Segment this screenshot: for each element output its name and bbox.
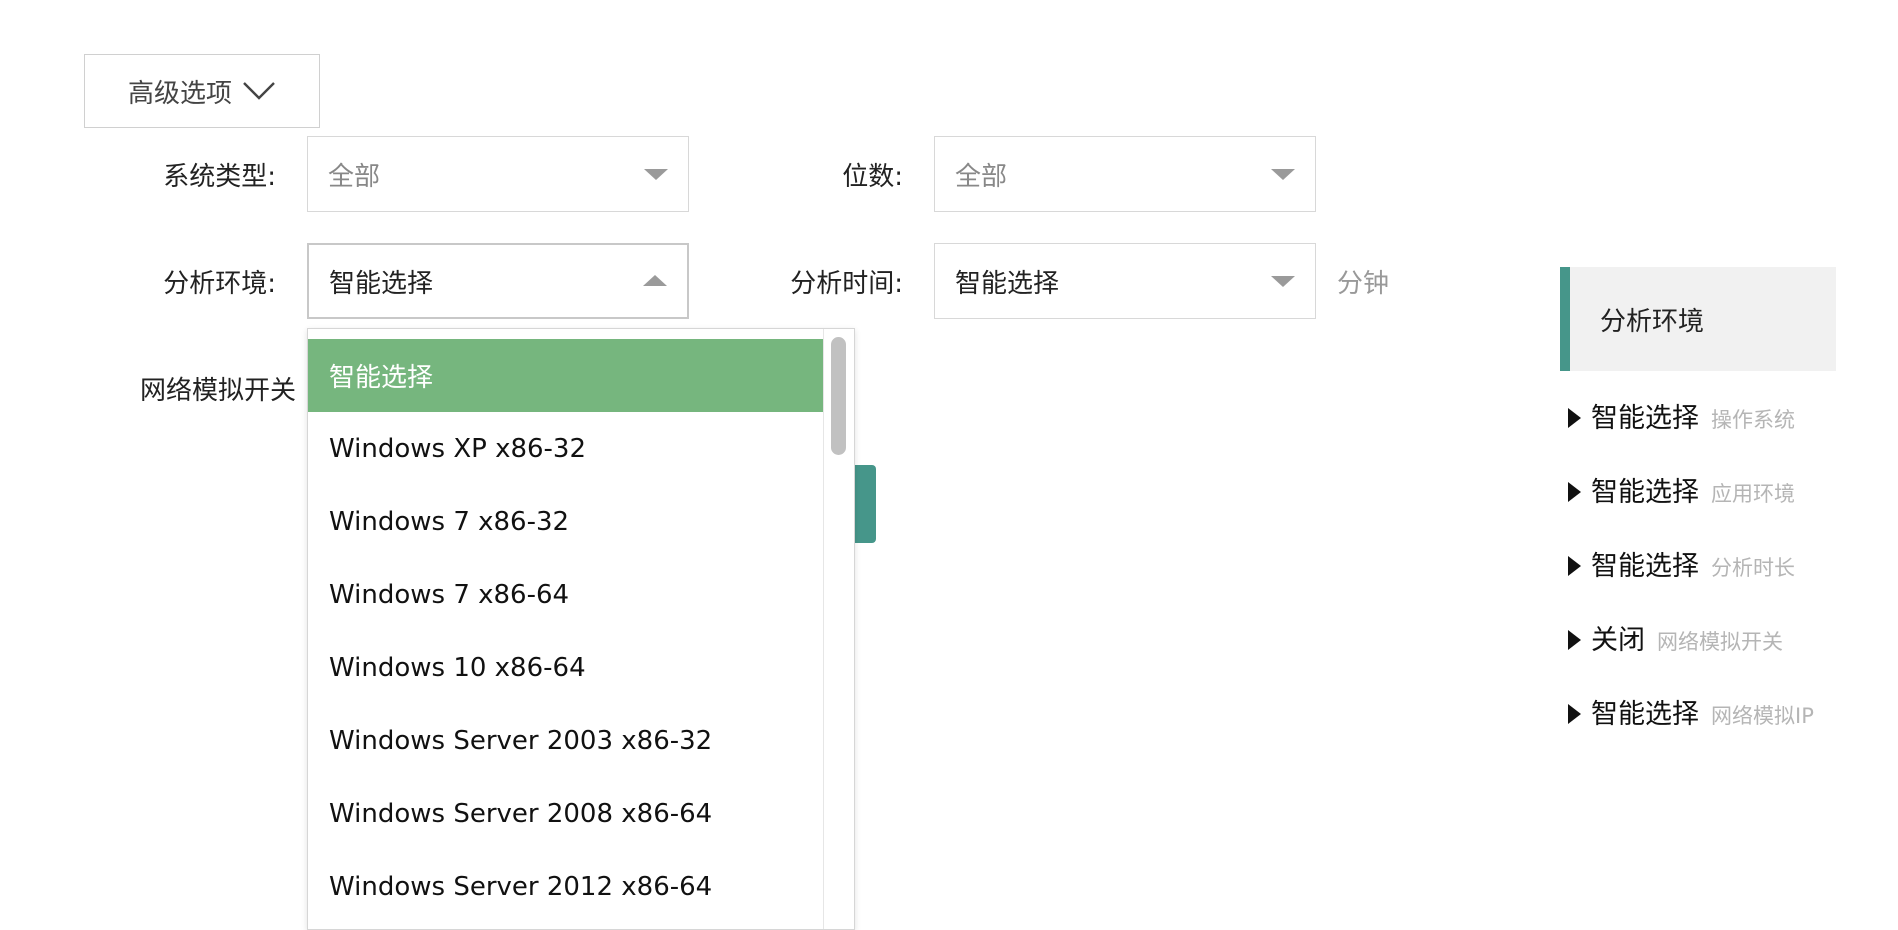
dropdown-scrollbar[interactable] (823, 329, 854, 929)
analysis-time-select[interactable]: 智能选择 (934, 243, 1316, 319)
summary-item-caption: 网络模拟IP (1711, 704, 1814, 728)
caret-down-icon (1271, 169, 1295, 180)
summary-item[interactable]: 关闭 网络模拟开关 (1568, 618, 1783, 657)
summary-item-value: 关闭 (1591, 625, 1645, 656)
summary-item-value: 智能选择 (1591, 551, 1699, 582)
dropdown-option[interactable]: Windows Server 2008 x86-64 (308, 777, 826, 850)
dropdown-option[interactable]: Windows 7 x86-32 (308, 485, 826, 558)
chevron-down-icon (242, 80, 276, 102)
summary-item-value: 智能选择 (1591, 699, 1699, 730)
bits-value: 全部 (955, 161, 1008, 192)
system-type-value: 全部 (328, 161, 381, 192)
summary-item[interactable]: 智能选择 操作系统 (1568, 396, 1795, 435)
summary-item[interactable]: 智能选择 分析时长 (1568, 544, 1795, 583)
summary-item-caption: 操作系统 (1711, 408, 1795, 432)
summary-item-value: 智能选择 (1591, 403, 1699, 434)
advanced-options-label: 高级选项 (127, 78, 232, 109)
dropdown-option[interactable]: Windows Server 2012 x86-64 (308, 850, 826, 923)
summary-item-caption: 分析时长 (1711, 556, 1795, 580)
caret-right-icon (1568, 482, 1581, 502)
dropdown-options: 智能选择 Windows XP x86-32 Windows 7 x86-32 Win… (308, 339, 826, 923)
summary-item-caption: 网络模拟开关 (1657, 630, 1783, 654)
bits-select[interactable]: 全部 (934, 136, 1316, 212)
scrollbar-thumb[interactable] (831, 337, 846, 455)
dropdown-option[interactable]: Windows XP x86-32 (308, 412, 826, 485)
system-type-select[interactable]: 全部 (307, 136, 689, 212)
dropdown-option[interactable]: Windows 7 x86-64 (308, 558, 826, 631)
analysis-env-value: 智能选择 (329, 268, 434, 299)
minutes-unit: 分钟 (1337, 269, 1390, 299)
caret-right-icon (1568, 704, 1581, 724)
caret-right-icon (1568, 556, 1581, 576)
analysis-time-value: 智能选择 (955, 268, 1060, 299)
analysis-env-label: 分析环境: (163, 269, 276, 299)
system-type-label: 系统类型: (163, 162, 276, 192)
dropdown-option[interactable]: Windows Server 2003 x86-32 (308, 704, 826, 777)
summary-panel-header: 分析环境 (1560, 267, 1836, 371)
caret-down-icon (644, 169, 668, 180)
dropdown-option[interactable]: Windows 10 x86-64 (308, 631, 826, 704)
summary-item-value: 智能选择 (1591, 477, 1699, 508)
dropdown-option[interactable]: 智能选择 (308, 339, 826, 412)
analysis-env-select[interactable]: 智能选择 (307, 243, 689, 319)
summary-panel-title: 分析环境 (1600, 306, 1705, 337)
caret-down-icon (1271, 276, 1295, 287)
bits-label: 位数: (842, 162, 903, 192)
analysis-time-label: 分析时间: (790, 269, 903, 299)
summary-item[interactable]: 智能选择 应用环境 (1568, 470, 1795, 509)
caret-up-icon (643, 275, 667, 286)
summary-item[interactable]: 智能选择 网络模拟IP (1568, 692, 1814, 731)
analysis-env-dropdown[interactable]: 智能选择 Windows XP x86-32 Windows 7 x86-32 Win… (307, 328, 855, 930)
summary-item-caption: 应用环境 (1711, 482, 1795, 506)
caret-right-icon (1568, 408, 1581, 428)
caret-right-icon (1568, 630, 1581, 650)
network-sim-label: 网络模拟开关 (140, 376, 297, 406)
advanced-options-button[interactable]: 高级选项 (84, 54, 320, 128)
